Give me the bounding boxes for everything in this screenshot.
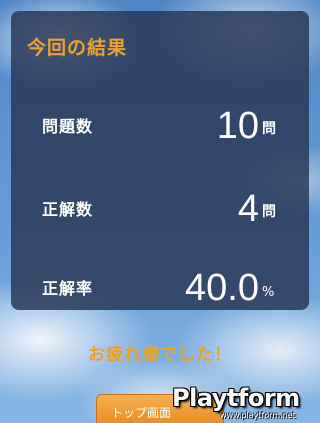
result-row-question-count: 問題数 10 問: [11, 99, 309, 149]
row-unit: 問: [262, 121, 276, 137]
results-panel: 今回の結果 問題数 10 問 正解数 4 問 正解率 40.0 %: [11, 11, 309, 310]
row-value: 40.0: [185, 267, 259, 309]
panel-title: 今回の結果: [27, 37, 128, 59]
watermark-url: www.playtform.net: [220, 411, 296, 420]
row-label: 正解数: [42, 200, 94, 219]
row-value: 4: [237, 188, 259, 230]
result-row-accuracy: 正解率 40.0 %: [11, 261, 309, 311]
result-row-correct-count: 正解数 4 問: [11, 182, 309, 232]
row-label: 正解率: [42, 279, 94, 298]
top-screen-button-label: トップ画面: [111, 406, 172, 420]
row-unit: 問: [262, 204, 276, 220]
watermark-brand: Playtform: [172, 384, 300, 412]
watermark-logo: Playtform www.playtform.net: [168, 384, 320, 423]
row-unit: %: [262, 285, 275, 300]
row-value: 10: [216, 105, 259, 147]
completion-message: お疲れ様でした！: [88, 345, 232, 365]
row-label: 問題数: [42, 117, 94, 136]
